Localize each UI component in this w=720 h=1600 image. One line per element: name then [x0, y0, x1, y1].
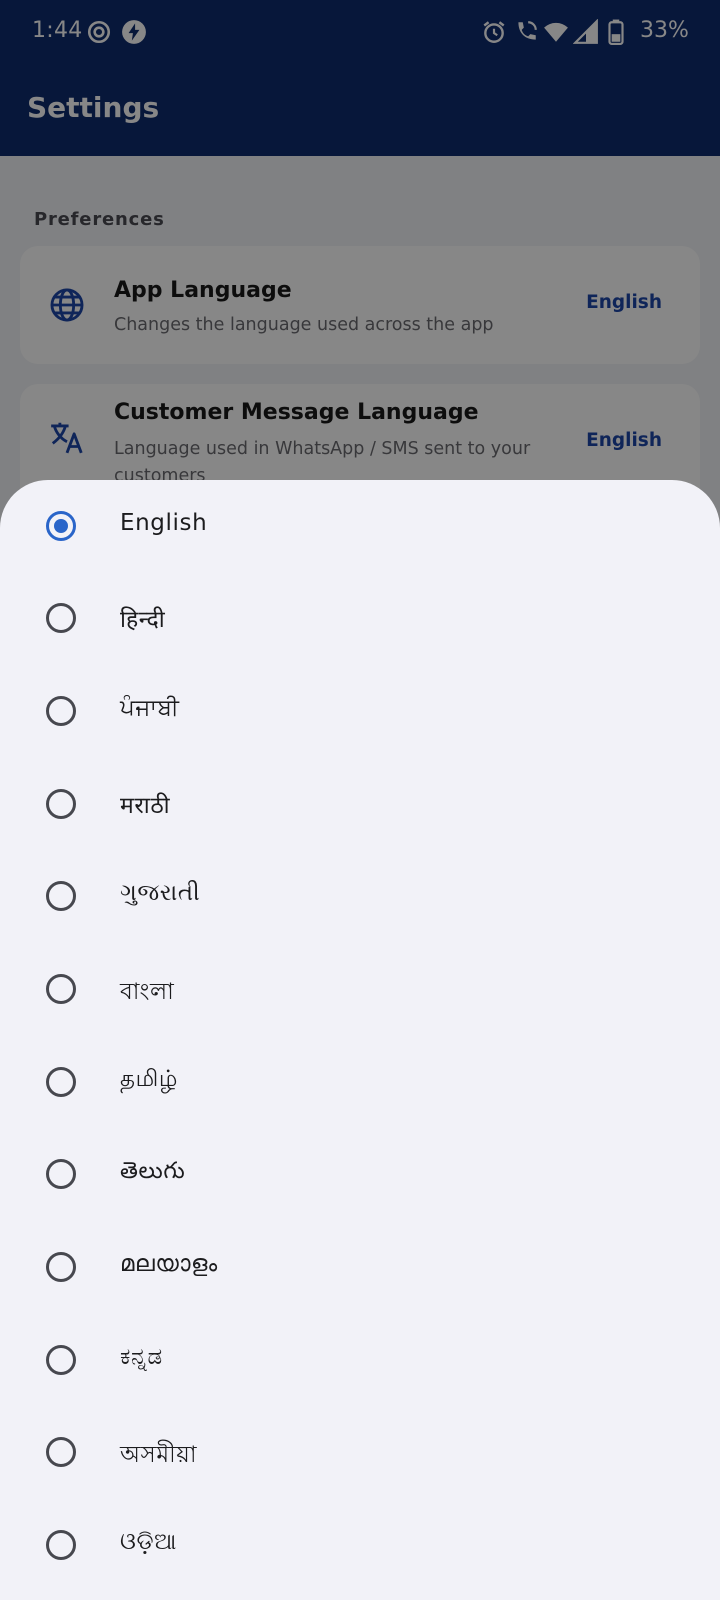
- radio-button[interactable]: [46, 1252, 76, 1282]
- language-option-marathi[interactable]: मराठी: [0, 758, 720, 850]
- language-option-kannada[interactable]: ಕನ್ನಡ: [0, 1314, 720, 1406]
- radio-button[interactable]: [46, 1067, 76, 1097]
- language-option-label: বাংলা: [120, 979, 175, 1005]
- radio-button[interactable]: [46, 1437, 76, 1467]
- language-option-odia[interactable]: ଓଡ଼ିଆ: [0, 1499, 720, 1591]
- language-bottom-sheet: English हिन्दी ਪੰਜਾਬੀ मराठी ગુજરાતી বাংল…: [0, 480, 720, 1600]
- language-option-label: অসমীয়া: [120, 1442, 198, 1468]
- language-option-hindi[interactable]: हिन्दी: [0, 572, 720, 664]
- radio-button-selected[interactable]: [46, 511, 76, 541]
- language-option-label: ଓଡ଼ିଆ: [120, 1529, 177, 1555]
- language-option-label: ગુજરાતી: [120, 880, 201, 906]
- language-option-label: తెలుగు: [120, 1158, 186, 1184]
- radio-button[interactable]: [46, 1159, 76, 1189]
- radio-button[interactable]: [46, 1345, 76, 1375]
- radio-button[interactable]: [46, 789, 76, 819]
- radio-button[interactable]: [46, 696, 76, 726]
- radio-button[interactable]: [46, 603, 76, 633]
- language-option-label: ਪੰਜਾਬੀ: [120, 695, 180, 721]
- language-option-label: മലയാളം: [120, 1251, 218, 1277]
- language-option-malayalam[interactable]: മലയാളം: [0, 1221, 720, 1313]
- language-option-tamil[interactable]: தமிழ்: [0, 1036, 720, 1128]
- radio-button[interactable]: [46, 1530, 76, 1560]
- language-option-punjabi[interactable]: ਪੰਜਾਬੀ: [0, 665, 720, 757]
- language-option-label: मराठी: [120, 793, 171, 819]
- language-option-label: ಕನ್ನಡ: [120, 1344, 163, 1370]
- language-option-telugu[interactable]: తెలుగు: [0, 1128, 720, 1220]
- language-option-gujarati[interactable]: ગુજરાતી: [0, 850, 720, 942]
- language-option-label: English: [120, 510, 208, 536]
- language-option-label: தமிழ்: [120, 1066, 178, 1092]
- radio-button[interactable]: [46, 881, 76, 911]
- language-option-english[interactable]: English: [0, 480, 720, 572]
- language-option-bengali[interactable]: বাংলা: [0, 943, 720, 1035]
- radio-button[interactable]: [46, 974, 76, 1004]
- language-option-assamese[interactable]: অসমীয়া: [0, 1406, 720, 1498]
- language-option-label: हिन्दी: [120, 607, 166, 633]
